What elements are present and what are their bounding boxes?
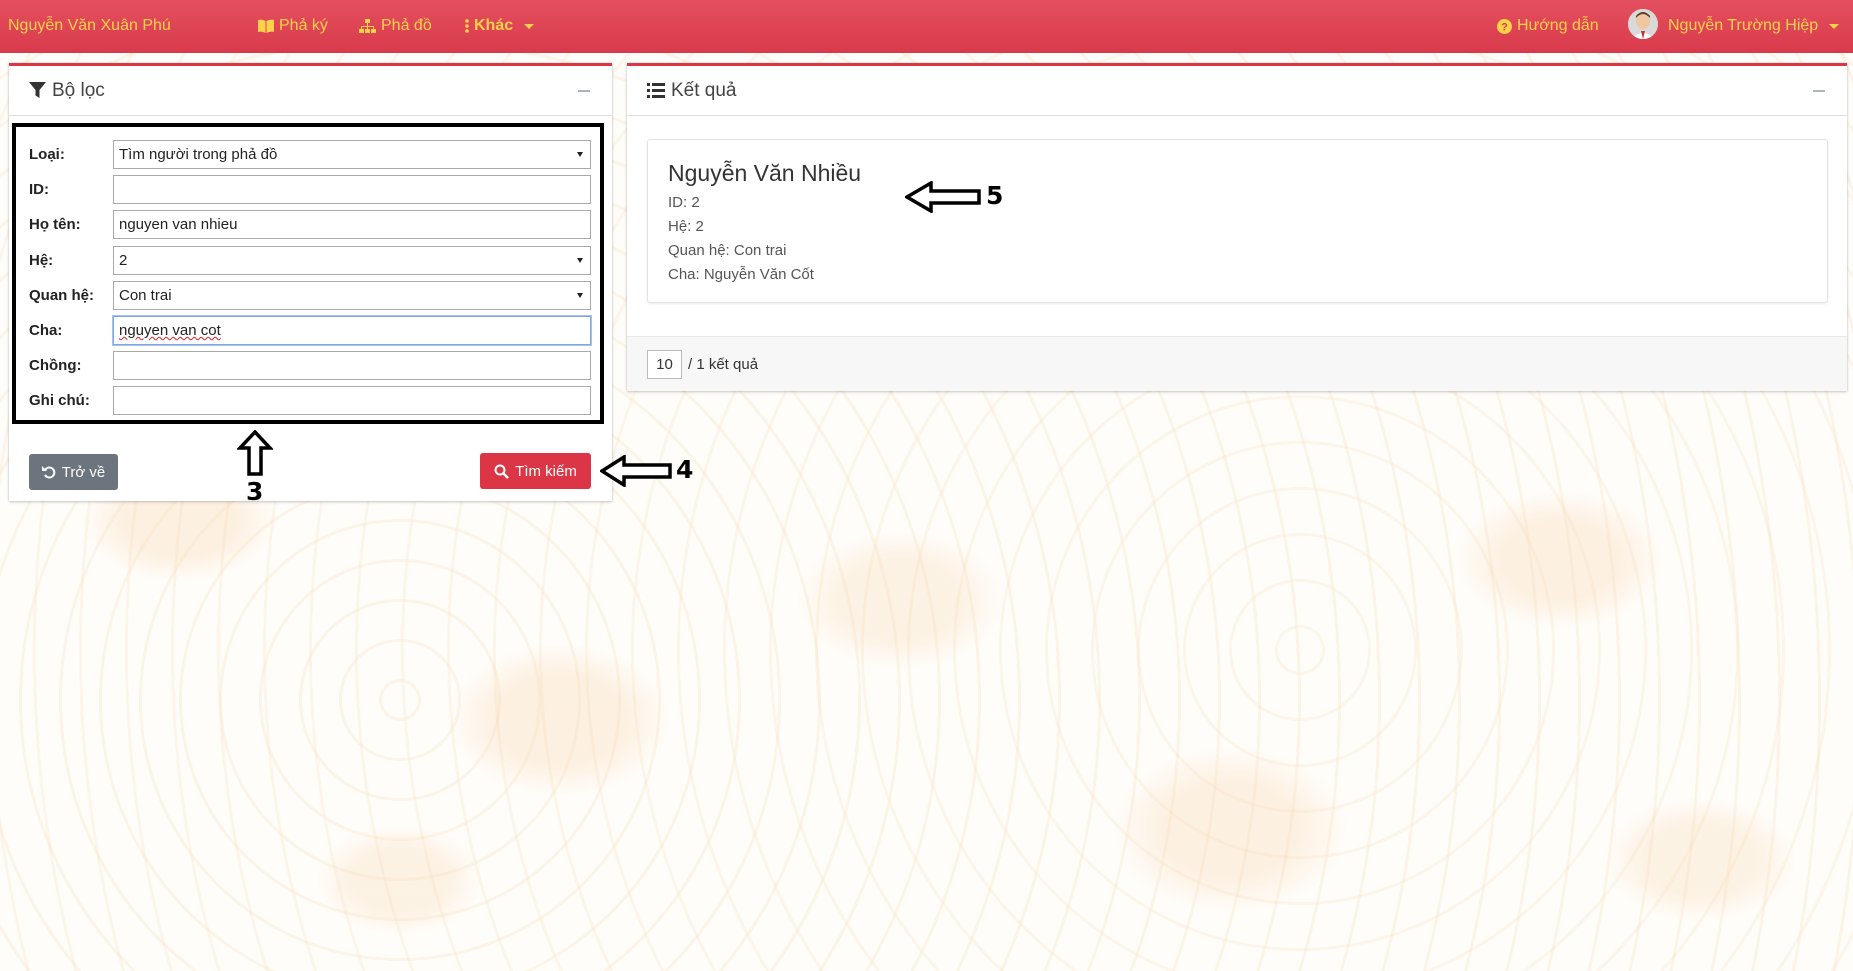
book-icon (258, 19, 274, 33)
result-name[interactable]: Nguyễn Văn Nhiều (668, 160, 1807, 187)
chevron-down-icon (524, 23, 535, 29)
nav-pha-ky-label: Phả ký (279, 17, 328, 34)
svg-text:?: ? (1501, 21, 1508, 33)
sitemap-icon (359, 19, 376, 33)
nav-help[interactable]: ? Hướng dẫn (1497, 17, 1599, 35)
type-select[interactable]: Tìm người trong phả đồ (113, 140, 591, 170)
field-label: Quan hệ: (29, 286, 95, 304)
field-label: Họ tên: (29, 216, 81, 234)
search-button[interactable]: Tìm kiếm (480, 453, 591, 489)
full-name-input-value: nguyen van nhieu (119, 216, 238, 234)
field-label: ID: (29, 181, 49, 199)
results-panel-title: Kết quả (671, 79, 737, 101)
annotation-number-4: 4 (676, 455, 694, 484)
field-label: Loại: (29, 146, 65, 164)
result-relationship: Quan hệ: Con trai (668, 242, 787, 259)
husband-input[interactable] (113, 351, 591, 381)
left-arrow-annotation-icon (905, 181, 981, 213)
result-card[interactable]: Nguyễn Văn Nhiều ID: 2 Hệ: 2 Quan hệ: Co… (647, 139, 1828, 303)
nav-help-label: Hướng dẫn (1517, 17, 1599, 34)
form-row-cha: Cha: nguyen van cot (29, 313, 592, 348)
father-input[interactable]: nguyen van cot (113, 316, 591, 346)
chevron-down-icon (1829, 23, 1840, 29)
question-circle-icon: ? (1497, 18, 1512, 34)
undo-icon (41, 466, 56, 479)
nav-pha-do[interactable]: Phả đồ (359, 17, 432, 35)
form-row-ghi-chu: Ghi chú: (29, 383, 592, 418)
user-avatar-icon (1628, 9, 1658, 39)
dropdown-arrow-icon (577, 292, 583, 298)
result-count: / 1 kết quả (688, 355, 759, 373)
generation-select-value: 2 (119, 251, 128, 269)
form-row-ho-ten: Họ tên: nguyen van nhieu (29, 207, 592, 242)
filter-panel-title: Bộ lọc (52, 79, 105, 101)
search-button-label: Tìm kiếm (515, 462, 577, 480)
left-arrow-annotation-icon (600, 455, 672, 487)
nav-khac-label: Khác (474, 17, 514, 34)
full-name-input[interactable]: nguyen van nhieu (113, 210, 591, 240)
type-select-value: Tìm người trong phả đồ (119, 146, 278, 164)
field-label: Hệ: (29, 251, 54, 269)
up-arrow-annotation-icon (237, 430, 273, 476)
filter-form: Loại: Tìm người trong phả đồ ID: Họ tên:… (12, 123, 604, 424)
top-navbar: Nguyễn Văn Xuân Phú Phả ký Phả đồ Khác ?… (0, 0, 1853, 53)
form-row-chong: Chồng: (29, 348, 592, 383)
form-row-quan-he: Quan hệ: Con trai (29, 278, 592, 313)
collapse-icon[interactable] (578, 90, 590, 92)
dropdown-arrow-icon (577, 152, 583, 158)
form-row-he: Hệ: 2 (29, 243, 592, 278)
brand-link[interactable]: Nguyễn Văn Xuân Phú (8, 17, 171, 35)
nav-pha-ky[interactable]: Phả ký (258, 17, 328, 35)
collapse-icon[interactable] (1813, 90, 1825, 92)
user-menu[interactable]: Nguyễn Trường Hiệp (1668, 17, 1840, 35)
annotation-number-5: 5 (986, 181, 1004, 210)
results-panel: Kết quả Nguyễn Văn Nhiều ID: 2 Hệ: 2 Qua… (627, 63, 1847, 391)
field-label: Ghi chú: (29, 392, 90, 410)
filter-panel: Bộ lọc Loại: Tìm người trong phả đồ ID: … (9, 63, 612, 501)
list-icon (647, 83, 665, 98)
results-footer: 10 / 1 kết quả (627, 336, 1847, 391)
back-button-label: Trở về (61, 463, 106, 481)
result-id: ID: 2 (668, 194, 700, 211)
nav-pha-do-label: Phả đồ (381, 17, 432, 34)
field-label: Chồng: (29, 357, 82, 375)
form-row-id: ID: (29, 172, 592, 207)
relationship-select[interactable]: Con trai (113, 280, 591, 310)
vertical-ellipsis-icon (465, 19, 469, 33)
avatar[interactable] (1628, 9, 1658, 39)
id-input[interactable] (113, 175, 591, 205)
search-icon (494, 464, 510, 479)
result-father: Cha: Nguyễn Văn Cốt (668, 266, 814, 283)
page-size-input[interactable]: 10 (647, 349, 682, 379)
father-input-value: nguyen van cot (119, 322, 221, 340)
user-name: Nguyễn Trường Hiệp (1668, 17, 1819, 34)
generation-select[interactable]: 2 (113, 245, 591, 275)
field-label: Cha: (29, 322, 63, 340)
filter-panel-header: Bộ lọc (9, 66, 612, 116)
result-generation: Hệ: 2 (668, 218, 704, 235)
filter-icon (29, 82, 46, 99)
note-input[interactable] (113, 386, 591, 416)
form-row-loai: Loại: Tìm người trong phả đồ (29, 137, 592, 172)
relationship-select-value: Con trai (119, 286, 172, 304)
nav-khac-dropdown[interactable]: Khác (465, 17, 535, 35)
annotation-number-3: 3 (246, 477, 264, 506)
results-panel-header: Kết quả (627, 66, 1847, 116)
dropdown-arrow-icon (577, 257, 583, 263)
back-button[interactable]: Trở về (29, 454, 118, 490)
